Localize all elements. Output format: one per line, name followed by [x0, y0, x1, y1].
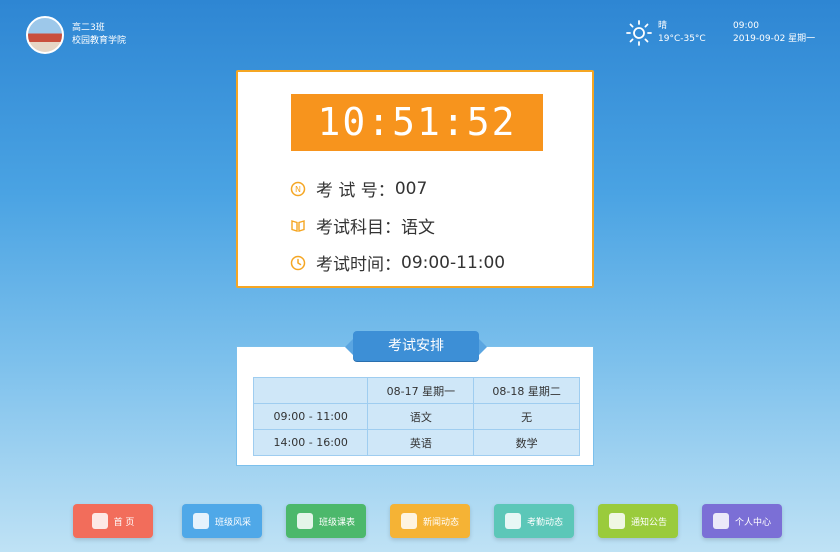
- class-timetable-button[interactable]: 班级课表: [286, 504, 366, 538]
- subject-cell: 英语: [367, 429, 475, 456]
- table-header-row: 08-17 星期一 08-18 星期二: [252, 377, 580, 404]
- notice-button[interactable]: 通知公告: [598, 504, 678, 538]
- exam-schedule-panel: 08-17 星期一 08-18 星期二 09:00 - 11:00 语文 无 1…: [236, 346, 594, 466]
- time-cell: 14:00 - 16:00: [252, 429, 369, 456]
- news-button[interactable]: 新闻动态: [390, 504, 470, 538]
- news-icon: [400, 513, 417, 529]
- notice-icon: [608, 513, 625, 529]
- header-cell: [252, 377, 369, 404]
- clock-icon: [290, 255, 306, 270]
- subject-cell: 数学: [473, 429, 580, 456]
- svg-text:N: N: [295, 185, 301, 194]
- dock-label: 班级风采: [214, 517, 251, 528]
- exam-number-row: N 考 试 号： 007: [290, 176, 427, 201]
- digital-clock: 10:51:52: [291, 94, 543, 151]
- attendance-icon: [504, 513, 521, 529]
- dock-label: 新闻动态: [422, 517, 459, 528]
- current-date: 2019-09-02 星期一: [733, 34, 816, 44]
- dock-label: 考勤动态: [526, 517, 563, 528]
- exam-time-value: 09:00-11:00: [401, 252, 506, 273]
- dock-label: 首 页: [113, 517, 135, 528]
- exam-number-label: 考 试 号：: [316, 181, 395, 201]
- current-time: 09:00: [733, 21, 759, 31]
- exam-subject-row: 考试科目： 语文: [290, 213, 435, 238]
- user-icon: [712, 513, 729, 529]
- personal-center-button[interactable]: 个人中心: [702, 504, 782, 538]
- exam-info-card: 10:51:52 N 考 试 号： 007 考试科目： 语文 考试时间： 09:…: [236, 70, 594, 288]
- dock-label: 个人中心: [734, 517, 771, 528]
- datetime: 09:00 2019-09-02 星期一: [733, 20, 815, 46]
- exam-time-label: 考试时间：: [316, 255, 401, 275]
- header-cell: 08-17 星期一: [367, 377, 475, 404]
- timetable-icon: [296, 513, 313, 529]
- subject-cell: 无: [473, 403, 580, 430]
- exam-subject-value: 语文: [401, 218, 435, 238]
- bottom-dock: 首 页 班级风采 班级课表 新闻动态 考勤动态 通知公告 个人中心: [0, 504, 840, 544]
- table-row: 09:00 - 11:00 语文 无: [252, 403, 580, 430]
- class-style-button[interactable]: 班级风采: [182, 504, 262, 538]
- subject-cell: 语文: [367, 403, 475, 430]
- school-name: 校园教育学院: [72, 36, 127, 46]
- class-name: 高二3班: [72, 23, 105, 33]
- sun-icon: [626, 20, 652, 46]
- table-row: 14:00 - 16:00 英语 数学: [252, 429, 580, 456]
- number-icon: N: [290, 181, 306, 196]
- exam-subject-label: 考试科目：: [316, 218, 401, 238]
- dock-label: 通知公告: [630, 517, 667, 528]
- header-cell: 08-18 星期二: [473, 377, 580, 404]
- home-button[interactable]: 首 页: [73, 504, 153, 538]
- school-header: 高二3班 校园教育学院: [26, 16, 126, 54]
- photo-icon: [192, 513, 209, 529]
- weather-widget: 晴 19°C-35°C: [626, 20, 706, 46]
- schedule-title: 考试安排: [345, 331, 487, 361]
- school-avatar: [26, 16, 64, 54]
- home-icon: [91, 513, 108, 529]
- time-cell: 09:00 - 11:00: [252, 403, 369, 430]
- attendance-button[interactable]: 考勤动态: [494, 504, 574, 538]
- exam-time-row: 考试时间： 09:00-11:00: [290, 250, 505, 275]
- exam-schedule-table: 08-17 星期一 08-18 星期二 09:00 - 11:00 语文 无 1…: [252, 377, 580, 456]
- exam-number-value: 007: [394, 178, 428, 199]
- book-icon: [291, 219, 305, 232]
- weather-condition: 晴: [658, 21, 668, 31]
- dock-label: 班级课表: [318, 517, 355, 528]
- weather-temperature: 19°C-35°C: [658, 34, 706, 44]
